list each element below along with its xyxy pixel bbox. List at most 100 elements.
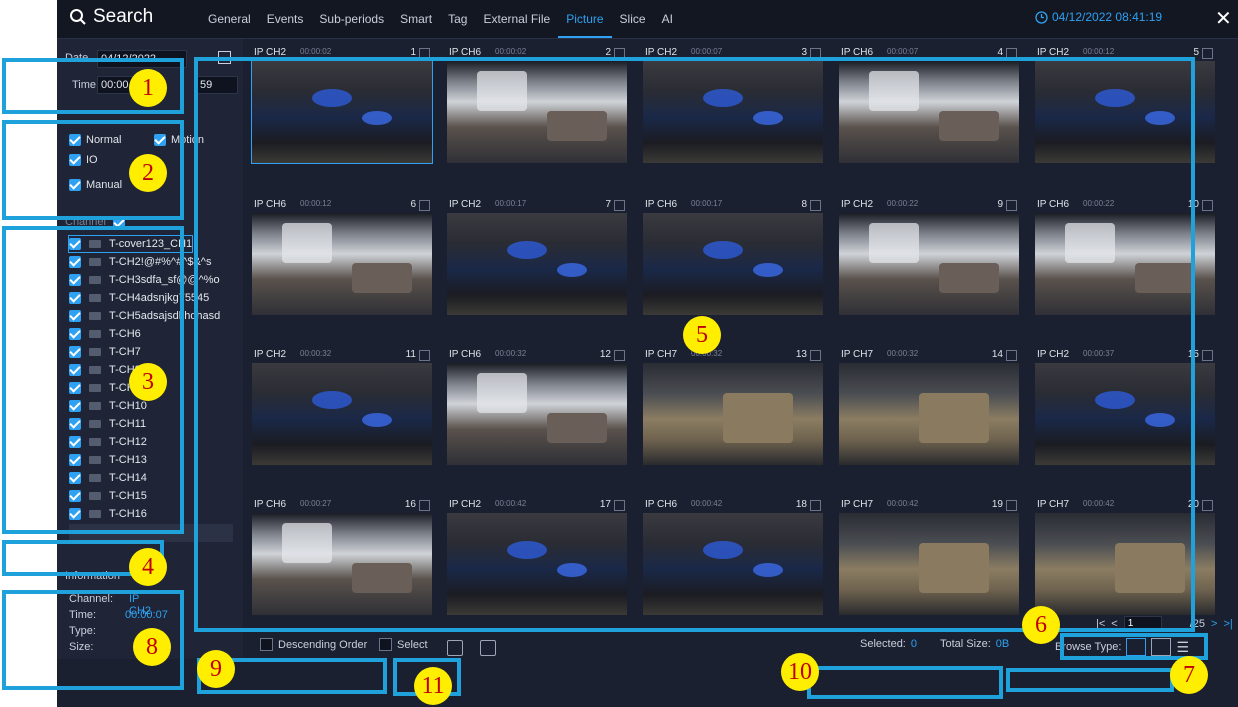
- picture-thumbnail[interactable]: IP CH2 00:00:32 11: [252, 347, 432, 465]
- tab-smart[interactable]: Smart: [392, 0, 440, 36]
- thumbnail-select-checkbox[interactable]: [614, 500, 625, 511]
- thumbnail-image[interactable]: [839, 363, 1019, 465]
- picture-thumbnail[interactable]: IP CH2 00:00:37 15: [1035, 347, 1215, 465]
- checkbox-checked[interactable]: [69, 454, 81, 466]
- channel-item[interactable]: T-CH5adsajsdkhdhasd: [69, 308, 220, 324]
- checkbox-checked[interactable]: [69, 179, 81, 191]
- picture-thumbnail[interactable]: IP CH2 00:00:07 3: [643, 45, 823, 163]
- tab-picture[interactable]: Picture: [558, 0, 612, 38]
- thumbnail-image[interactable]: [1035, 213, 1215, 315]
- thumbnail-select-checkbox[interactable]: [1202, 48, 1213, 59]
- channel-item[interactable]: T-CH16: [69, 506, 147, 522]
- channel-item[interactable]: T-CH13: [69, 452, 147, 468]
- thumbnail-select-checkbox[interactable]: [1006, 48, 1017, 59]
- checkbox-checked[interactable]: [69, 508, 81, 520]
- thumbnail-image[interactable]: [1035, 61, 1215, 163]
- thumbnail-select-checkbox[interactable]: [419, 200, 430, 211]
- checkbox-checked[interactable]: [69, 472, 81, 484]
- channel-item[interactable]: T-CH4adsnjkg75545: [69, 290, 209, 306]
- picture-thumbnail[interactable]: IP CH2 00:00:12 5: [1035, 45, 1215, 163]
- thumbnail-select-checkbox[interactable]: [419, 350, 430, 361]
- checkbox-checked[interactable]: [69, 310, 81, 322]
- grid-view-icon[interactable]: [1126, 638, 1147, 656]
- tab-slice[interactable]: Slice: [612, 0, 654, 36]
- date-field[interactable]: 04/12/2022: [97, 50, 187, 68]
- menu-icon[interactable]: ☰: [1176, 639, 1189, 656]
- play-icon[interactable]: [480, 640, 496, 656]
- picture-thumbnail[interactable]: IP CH2 00:00:17 7: [447, 197, 627, 315]
- picture-thumbnail[interactable]: IP CH7 00:00:42 19: [839, 497, 1019, 615]
- picture-thumbnail[interactable]: IP CH6 00:00:12 6: [252, 197, 432, 315]
- thumbnail-select-checkbox[interactable]: [810, 200, 821, 211]
- thumbnail-image[interactable]: [252, 213, 432, 315]
- picture-thumbnail[interactable]: IP CH6 00:00:27 16: [252, 497, 432, 615]
- record-type-motion[interactable]: Motion: [154, 134, 204, 146]
- checkbox-checked[interactable]: [69, 490, 81, 502]
- thumbnail-select-checkbox[interactable]: [614, 350, 625, 361]
- thumbnail-image[interactable]: [252, 363, 432, 465]
- checkbox-checked[interactable]: [69, 274, 81, 286]
- thumbnail-image[interactable]: [447, 213, 627, 315]
- channel-item[interactable]: T-CH10: [69, 398, 147, 414]
- last-page-icon[interactable]: >|: [1223, 618, 1232, 630]
- picture-thumbnail[interactable]: IP CH6 00:00:07 4: [839, 45, 1019, 163]
- thumbnail-image[interactable]: [643, 61, 823, 163]
- picture-thumbnail[interactable]: IP CH7 00:00:32 13: [643, 347, 823, 465]
- checkbox-checked[interactable]: [69, 134, 81, 146]
- thumbnail-image[interactable]: [643, 513, 823, 615]
- picture-thumbnail[interactable]: IP CH7 00:00:42 20: [1035, 497, 1215, 615]
- tab-general[interactable]: General: [200, 0, 259, 36]
- checkbox-checked[interactable]: [69, 292, 81, 304]
- thumbnail-image[interactable]: [447, 513, 627, 615]
- first-page-icon[interactable]: |<: [1096, 618, 1105, 630]
- channel-scroll-area[interactable]: [69, 524, 233, 542]
- save-icon[interactable]: [447, 640, 463, 656]
- tab-tag[interactable]: Tag: [440, 0, 475, 36]
- record-type-normal[interactable]: Normal: [69, 134, 121, 146]
- checkbox-checked[interactable]: [69, 436, 81, 448]
- channel-item[interactable]: T-cover123_CH1: [67, 235, 194, 253]
- thumbnail-image[interactable]: [447, 61, 627, 163]
- thumbnail-select-checkbox[interactable]: [1006, 200, 1017, 211]
- channel-item[interactable]: T-CH7: [69, 344, 141, 360]
- thumbnail-image[interactable]: [643, 363, 823, 465]
- list-view-icon[interactable]: [1151, 638, 1172, 656]
- checkbox-checked[interactable]: [69, 382, 81, 394]
- thumbnail-image[interactable]: [643, 213, 823, 315]
- page-input[interactable]: 1: [1123, 616, 1162, 632]
- thumbnail-image[interactable]: [1035, 513, 1215, 615]
- picture-thumbnail[interactable]: IP CH6 00:00:22 10: [1035, 197, 1215, 315]
- tab-external-file[interactable]: External File: [475, 0, 558, 36]
- thumbnail-image[interactable]: [839, 61, 1019, 163]
- channel-item[interactable]: T-CH3sdfa_sf@@^%o: [69, 272, 220, 288]
- checkbox-checked[interactable]: [69, 154, 81, 166]
- thumbnail-select-checkbox[interactable]: [1006, 350, 1017, 361]
- channel-item[interactable]: T-CH11: [69, 416, 146, 432]
- calendar-icon[interactable]: [218, 51, 231, 64]
- checkbox-checked[interactable]: [69, 346, 81, 358]
- checkbox-checked[interactable]: [69, 418, 81, 430]
- thumbnail-select-checkbox[interactable]: [810, 48, 821, 59]
- picture-thumbnail[interactable]: IP CH2 00:00:02 1: [251, 45, 433, 164]
- record-type-io[interactable]: IO: [69, 154, 98, 166]
- channel-item[interactable]: T-CH14: [69, 470, 147, 486]
- checkbox-checked[interactable]: [69, 328, 81, 340]
- thumbnail-select-checkbox[interactable]: [810, 350, 821, 361]
- thumbnail-image[interactable]: [252, 513, 432, 615]
- checkbox-checked[interactable]: [69, 238, 81, 250]
- thumbnail-image[interactable]: [839, 213, 1019, 315]
- thumbnail-select-checkbox[interactable]: [614, 200, 625, 211]
- thumbnail-select-checkbox[interactable]: [614, 48, 625, 59]
- record-type-manual[interactable]: Manual: [69, 179, 122, 191]
- thumbnail-select-checkbox[interactable]: [1202, 200, 1213, 211]
- picture-thumbnail[interactable]: IP CH2 00:00:42 17: [447, 497, 627, 615]
- picture-thumbnail[interactable]: IP CH6 00:00:32 12: [447, 347, 627, 465]
- time-end-field[interactable]: 59: [196, 76, 238, 94]
- checkbox-unchecked[interactable]: [260, 638, 273, 651]
- checkbox-checked[interactable]: [154, 134, 166, 146]
- channel-item[interactable]: T-CH6: [69, 326, 141, 342]
- thumbnail-select-checkbox[interactable]: [1202, 350, 1213, 361]
- tab-sub-periods[interactable]: Sub-periods: [311, 0, 392, 36]
- tab-events[interactable]: Events: [259, 0, 312, 36]
- prev-page-icon[interactable]: <: [1111, 618, 1117, 630]
